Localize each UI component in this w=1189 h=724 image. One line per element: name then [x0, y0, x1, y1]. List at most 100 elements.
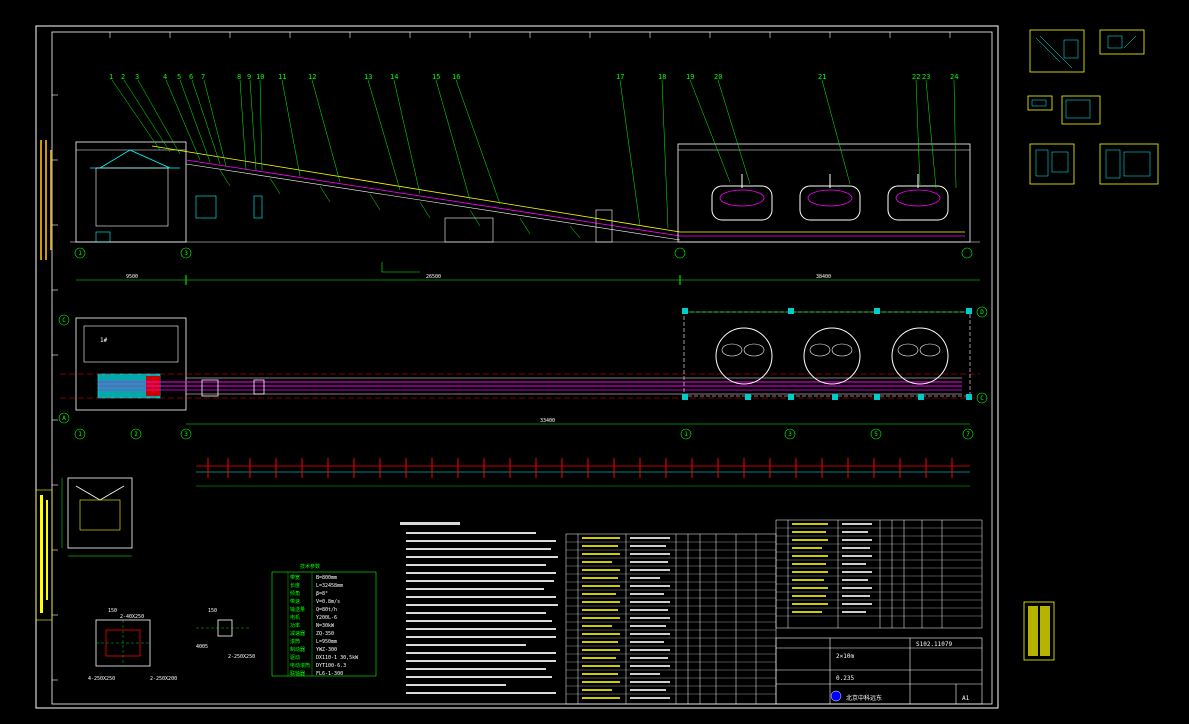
pos-num: 13: [364, 73, 372, 81]
pos-num: 22: [912, 73, 920, 81]
svg-text:D: D: [980, 309, 984, 316]
svg-text:FL6-1-300: FL6-1-300: [316, 671, 343, 677]
svg-text:L=950mm: L=950mm: [316, 639, 337, 645]
svg-text:38400: 38400: [816, 274, 831, 280]
svg-text:输送量: 输送量: [290, 606, 305, 613]
tank-1-elev: [711, 174, 773, 221]
svg-text:2-250X250: 2-250X250: [228, 654, 255, 660]
conveyor-belt-line: [185, 159, 681, 237]
svg-text:电机: 电机: [290, 614, 300, 621]
svg-text:1: 1: [78, 250, 82, 257]
svg-text:Y200L-6: Y200L-6: [316, 615, 337, 621]
plan-dim: 33400: [540, 418, 555, 424]
svg-text:联轴器: 联轴器: [290, 670, 305, 677]
svg-text:电动滚筒: 电动滚筒: [290, 662, 310, 669]
pos-num: 7: [201, 73, 205, 81]
svg-text:4005: 4005: [196, 644, 208, 650]
notes-block: [400, 522, 558, 694]
svg-text:150: 150: [108, 608, 117, 614]
svg-text:倾角: 倾角: [290, 590, 300, 597]
pos-num: 8: [237, 73, 241, 81]
pos-num: 5: [177, 73, 181, 81]
tech-rows: B=800mm L=32458mm β=8° V=0.8m/s Q=80t/h …: [316, 575, 359, 677]
title-line: 2×10m: [836, 653, 854, 660]
tank-1-plan: [715, 327, 773, 385]
pos-num: 21: [818, 73, 826, 81]
tank-2-elev: [799, 174, 861, 221]
svg-text:C: C: [980, 395, 984, 402]
left-note-strip: [35, 489, 53, 621]
pos-num: 2: [121, 73, 125, 81]
svg-text:3: 3: [184, 250, 188, 257]
svg-text:150: 150: [208, 608, 217, 614]
pos-num: 14: [390, 73, 398, 81]
left-margin-notes: [40, 140, 52, 260]
grid-labels-elev: 1 3: [78, 250, 188, 257]
cad-drawing-canvas: 1 2 3 4 5 6 7 8 9 10 11 12 13 14 15 16 1…: [35, 25, 1159, 709]
pos-num: 23: [922, 73, 930, 81]
plan-grid-labels: C A 1 2 3 1 3 5 7 D C: [62, 309, 984, 438]
svg-text:β=8°: β=8°: [316, 591, 328, 597]
tech-table-title: 技术参数: [300, 563, 320, 570]
left-building: [75, 141, 187, 243]
svg-text:减速器: 减速器: [290, 630, 305, 637]
svg-text:滚筒: 滚筒: [290, 638, 300, 645]
elev-dims: 9500 26500 38400: [126, 274, 831, 280]
foundation-detail-2: [196, 619, 250, 637]
plan-view: [58, 306, 988, 440]
pos-num: 9: [247, 73, 251, 81]
pos-num: 12: [308, 73, 316, 81]
svg-text:V=0.8m/s: V=0.8m/s: [316, 599, 340, 605]
pos-num: 19: [686, 73, 694, 81]
svg-text:驱动: 驱动: [290, 654, 300, 661]
thumb-1[interactable]: [1029, 29, 1085, 73]
svg-text:C: C: [62, 317, 66, 324]
svg-text:7: 7: [966, 431, 970, 438]
pos-num: 16: [452, 73, 460, 81]
svg-text:DYT100-6.3: DYT100-6.3: [316, 663, 346, 669]
svg-text:带宽: 带宽: [290, 574, 300, 581]
svg-text:9500: 9500: [126, 274, 138, 280]
svg-text:Q=80t/h: Q=80t/h: [316, 607, 337, 613]
company-logo: [830, 690, 842, 702]
pos-num: 24: [950, 73, 958, 81]
foundation-detail-1: [95, 619, 151, 667]
svg-text:带速: 带速: [290, 599, 300, 605]
svg-text:B=800mm: B=800mm: [316, 575, 337, 581]
svg-text:26500: 26500: [426, 274, 441, 280]
tank-2-plan: [803, 327, 861, 385]
thumbnail-sheets[interactable]: [1023, 29, 1159, 661]
svg-text:制动器: 制动器: [290, 646, 305, 653]
pos-num: 17: [616, 73, 624, 81]
svg-text:2-250X200: 2-250X200: [150, 676, 177, 682]
pos-num: 4: [163, 73, 167, 81]
svg-text:5: 5: [874, 431, 878, 438]
pos-num: 15: [432, 73, 440, 81]
svg-text:长度: 长度: [290, 582, 300, 589]
svg-text:3: 3: [788, 431, 792, 438]
thumbnail-content: [1031, 35, 1151, 179]
svg-text:L=32458mm: L=32458mm: [316, 583, 343, 589]
thumb-3[interactable]: [1027, 95, 1053, 111]
svg-text:4-250X250: 4-250X250: [88, 676, 115, 682]
svg-text:2: 2: [134, 431, 138, 438]
plan-room-label: 1#: [100, 337, 108, 344]
section-dim-labels: 150 150 2-40X250 4-250X250 2-250X200 400…: [88, 608, 255, 682]
thumb-7-fill: [1028, 606, 1050, 656]
idler-layout-row: [196, 458, 970, 487]
company-line: 北京中科远东: [846, 694, 882, 702]
svg-text:ZQ-350: ZQ-350: [316, 631, 334, 637]
section-detail: [61, 477, 133, 557]
svg-text:DX110-1 30,5kW: DX110-1 30,5kW: [316, 655, 359, 661]
pos-num: 1: [109, 73, 113, 81]
tank-3-plan: [891, 327, 949, 385]
pos-num: 10: [256, 73, 264, 81]
right-building: [677, 143, 971, 243]
bom-left-desc: [630, 537, 670, 699]
svg-text:A: A: [62, 415, 66, 422]
elevation-view: [70, 79, 980, 285]
pos-num: 20: [714, 73, 722, 81]
pos-num: 18: [658, 73, 666, 81]
svg-text:N=30kW: N=30kW: [316, 623, 335, 629]
scale-value: 0.235: [836, 675, 854, 682]
